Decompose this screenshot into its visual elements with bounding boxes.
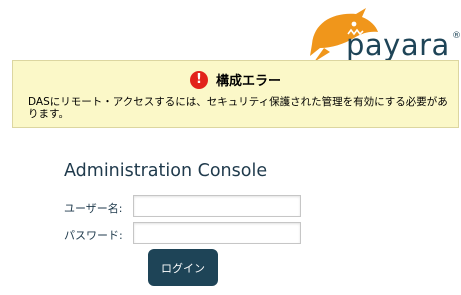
error-title: 構成エラー: [215, 74, 281, 89]
username-input[interactable]: [133, 195, 301, 217]
username-label: ユーザー名:: [64, 202, 123, 215]
login-button[interactable]: ログイン: [148, 249, 218, 286]
login-page: payara ® ! 構成エラー DASにリモート・アクセスするには、セキュリティ…: [0, 0, 461, 295]
error-title-row: ! 構成エラー: [13, 69, 458, 89]
registered-mark: ®: [452, 31, 461, 41]
configuration-error-banner: ! 構成エラー DASにリモート・アクセスするには、セキュリティ保護された管理を有…: [12, 60, 459, 128]
password-input[interactable]: [133, 222, 301, 244]
payara-logo-graphic: payara ®: [310, 8, 461, 62]
password-label: パスワード:: [64, 229, 123, 242]
error-exclamation-icon: !: [189, 70, 208, 89]
error-message: DASにリモート・アクセスするには、セキュリティ保護された管理を有効にする必要が…: [28, 96, 448, 120]
payara-logo: payara ®: [304, 4, 461, 66]
payara-wordmark: payara: [346, 28, 450, 62]
page-title: Administration Console: [64, 161, 268, 181]
